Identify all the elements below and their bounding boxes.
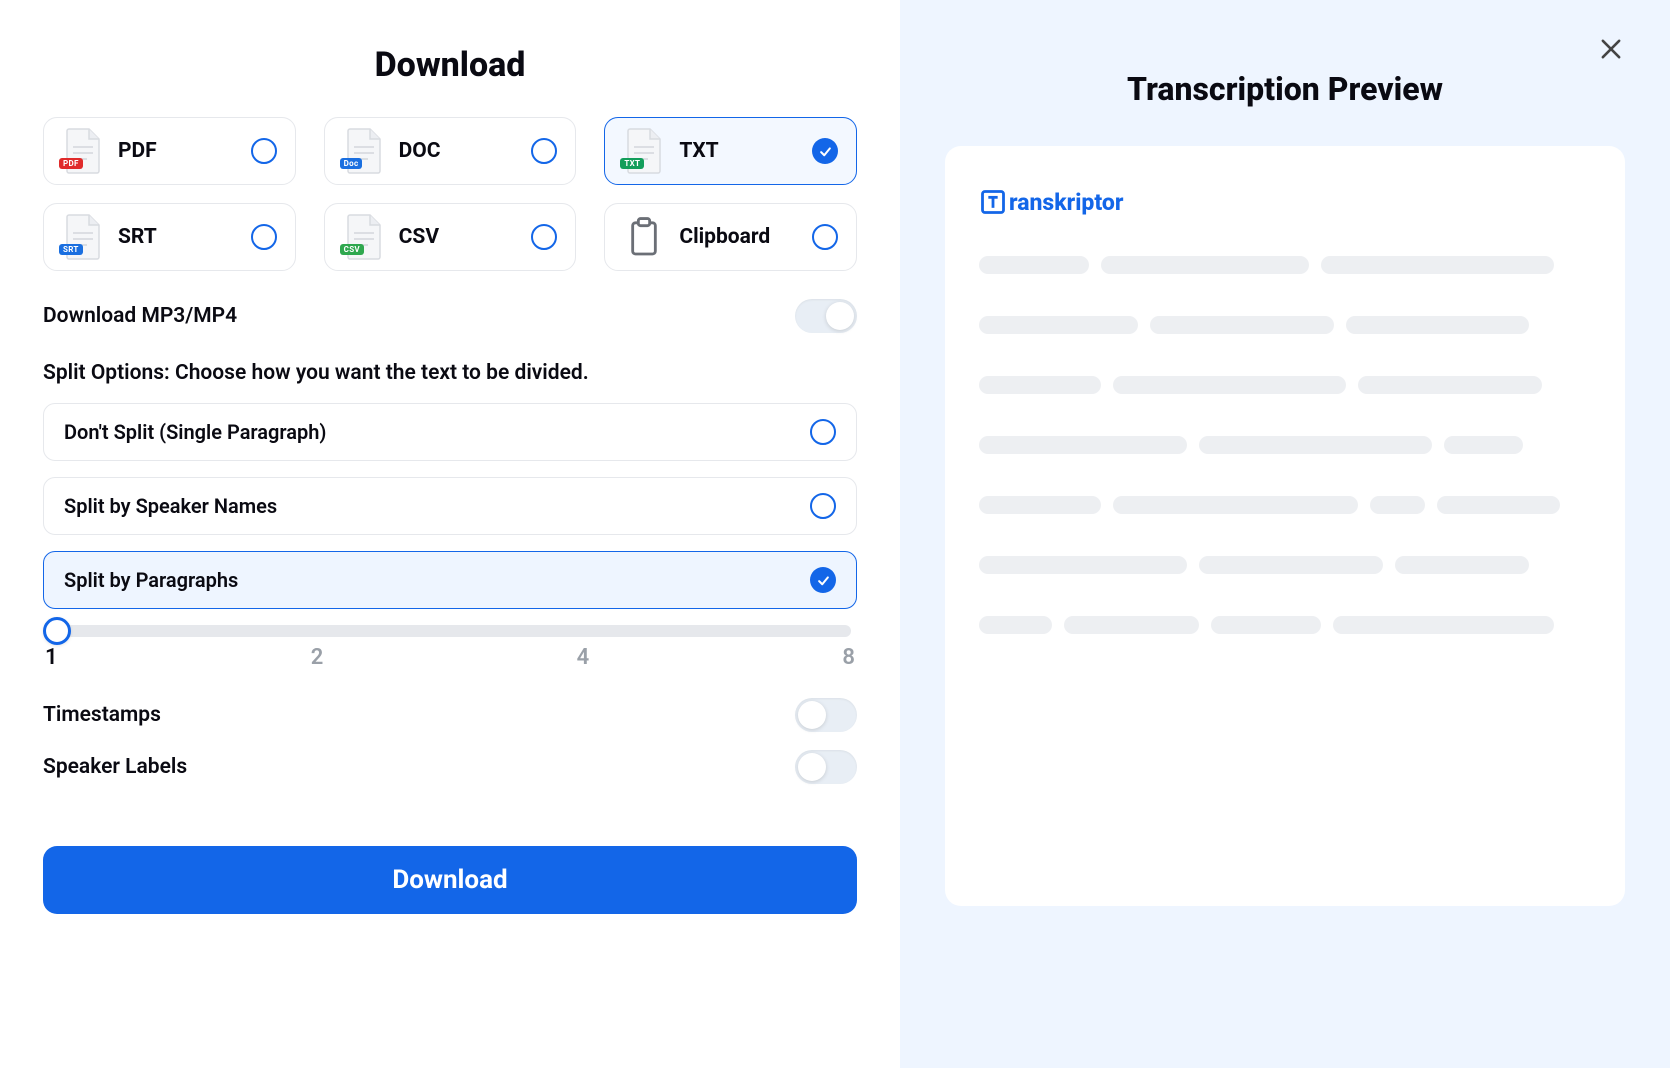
slider-thumb[interactable] [43, 617, 71, 645]
preview-skeleton [979, 256, 1591, 634]
radio-unselected-icon [251, 224, 277, 250]
speaker-labels-row: Speaker Labels [43, 750, 857, 784]
slider-tick: 4 [577, 645, 590, 670]
format-label: SRT [118, 225, 251, 249]
file-icon: CSV [337, 213, 391, 261]
split-option[interactable]: Split by Paragraphs [43, 551, 857, 609]
format-label: PDF [118, 139, 251, 163]
clipboard-icon [617, 217, 671, 257]
skeleton-bar [979, 556, 1187, 574]
timestamps-row: Timestamps [43, 698, 857, 732]
radio-selected-icon [812, 138, 838, 164]
format-label: Clipboard [679, 225, 812, 249]
file-badge: SRT [59, 244, 83, 255]
radio-unselected-icon [810, 493, 836, 519]
file-badge: Doc [340, 158, 363, 169]
timestamps-label: Timestamps [43, 703, 161, 727]
timestamps-toggle[interactable] [795, 698, 857, 732]
radio-unselected-icon [531, 224, 557, 250]
skeleton-bar [1358, 376, 1542, 394]
skeleton-bar [1444, 436, 1524, 454]
toggle-knob [798, 753, 826, 781]
download-button[interactable]: Download [43, 846, 857, 914]
format-label: CSV [399, 225, 532, 249]
skeleton-bar [979, 316, 1138, 334]
brand-text: ranskriptor [1009, 189, 1123, 216]
skeleton-bar [1150, 316, 1334, 334]
download-title: Download [43, 45, 857, 85]
format-option-csv[interactable]: CSV CSV [324, 203, 577, 271]
mp3-toggle[interactable] [795, 299, 857, 333]
skeleton-bar [1113, 496, 1358, 514]
file-icon: PDF [56, 127, 110, 175]
file-badge: CSV [340, 244, 364, 255]
skeleton-bar [1199, 436, 1432, 454]
skeleton-bar [1346, 316, 1530, 334]
skeleton-bar [1064, 616, 1199, 634]
preview-pane: Transcription Preview ranskriptor [900, 0, 1670, 1068]
slider-tick: 1 [45, 645, 58, 670]
radio-unselected-icon [251, 138, 277, 164]
split-option-label: Don't Split (Single Paragraph) [64, 420, 326, 444]
toggle-knob [826, 302, 854, 330]
brand-icon [979, 188, 1007, 216]
brand-logo: ranskriptor [979, 188, 1591, 216]
split-option[interactable]: Don't Split (Single Paragraph) [43, 403, 857, 461]
speaker-labels-toggle[interactable] [795, 750, 857, 784]
format-option-clipboard[interactable]: Clipboard [604, 203, 857, 271]
preview-title: Transcription Preview [945, 70, 1625, 108]
skeleton-bar [1370, 496, 1425, 514]
radio-unselected-icon [812, 224, 838, 250]
skeleton-bar [1113, 376, 1346, 394]
radio-unselected-icon [531, 138, 557, 164]
format-grid: PDF PDF Doc DOC TXT TXT SRT SRT CSV CSV Clipboard [43, 117, 857, 271]
mp3-toggle-label: Download MP3/MP4 [43, 304, 237, 328]
slider-track[interactable] [49, 625, 851, 637]
format-option-pdf[interactable]: PDF PDF [43, 117, 296, 185]
skeleton-bar [1395, 556, 1530, 574]
file-icon: TXT [617, 127, 671, 175]
format-option-doc[interactable]: Doc DOC [324, 117, 577, 185]
format-option-srt[interactable]: SRT SRT [43, 203, 296, 271]
skeleton-bar [1333, 616, 1553, 634]
radio-unselected-icon [810, 419, 836, 445]
skeleton-bar [979, 376, 1101, 394]
download-options-pane: Download PDFPDFDocDOCTXTTXTSRTSRTCSVCSVC… [0, 0, 900, 1068]
paragraph-slider: 1 2 4 8 [43, 625, 857, 670]
close-icon[interactable] [1597, 35, 1625, 63]
file-badge: TXT [620, 158, 644, 169]
skeleton-bar [979, 496, 1101, 514]
format-label: DOC [399, 139, 532, 163]
split-option-label: Split by Speaker Names [64, 494, 277, 518]
format-option-txt[interactable]: TXT TXT [604, 117, 857, 185]
skeleton-bar [979, 616, 1052, 634]
skeleton-bar [1437, 496, 1559, 514]
radio-selected-icon [810, 567, 836, 593]
speaker-labels-label: Speaker Labels [43, 755, 187, 779]
slider-tick: 8 [842, 645, 855, 670]
skeleton-bar [979, 436, 1187, 454]
skeleton-bar [1211, 616, 1321, 634]
toggle-knob [798, 701, 826, 729]
split-options-list: Don't Split (Single Paragraph) Split by S… [43, 403, 857, 609]
format-label: TXT [679, 139, 812, 163]
skeleton-bar [979, 256, 1089, 274]
split-option-label: Split by Paragraphs [64, 568, 238, 592]
split-option[interactable]: Split by Speaker Names [43, 477, 857, 535]
file-icon: Doc [337, 127, 391, 175]
mp3-toggle-row: Download MP3/MP4 [43, 299, 857, 333]
split-section-label: Split Options: Choose how you want the t… [43, 361, 857, 385]
skeleton-bar [1101, 256, 1309, 274]
skeleton-bar [1199, 556, 1383, 574]
preview-card: ranskriptor [945, 146, 1625, 906]
file-icon: SRT [56, 213, 110, 261]
slider-tick: 2 [311, 645, 324, 670]
skeleton-bar [1321, 256, 1554, 274]
slider-ticks: 1 2 4 8 [43, 645, 857, 670]
download-dialog: Download PDFPDFDocDOCTXTTXTSRTSRTCSVCSVC… [0, 0, 1670, 1068]
file-badge: PDF [59, 158, 83, 169]
